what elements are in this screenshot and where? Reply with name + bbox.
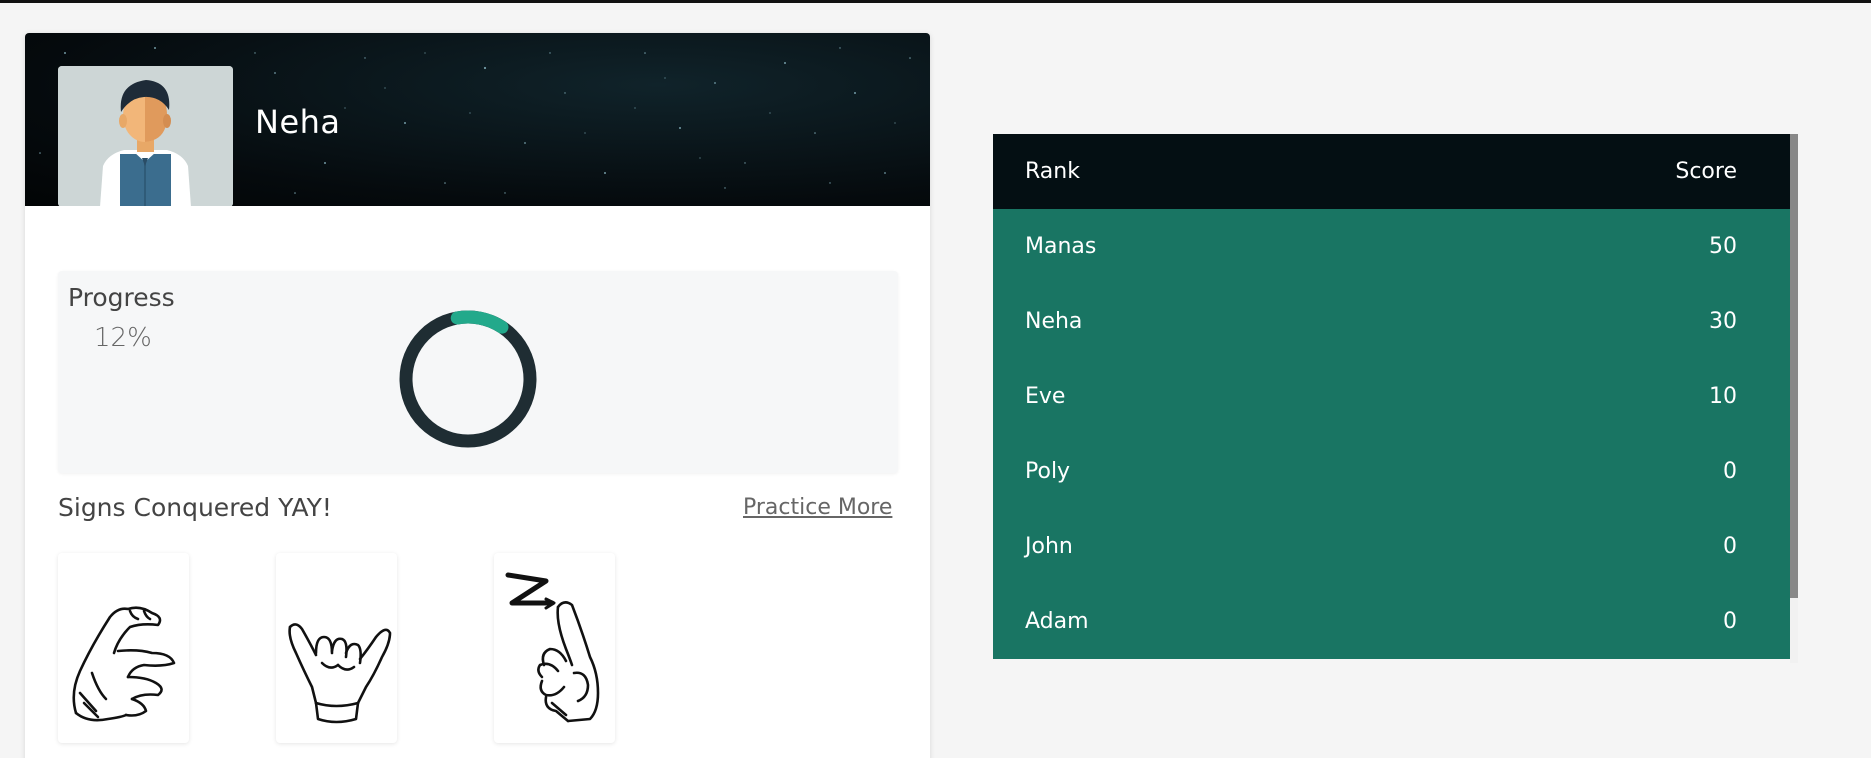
leaderboard-header: Rank Score [993,134,1790,209]
sign-z-icon [505,572,600,723]
player-score: 50 [1709,234,1737,259]
profile-banner: Neha [25,33,930,206]
rank-column-header: Rank [1025,159,1080,184]
leaderboard-scrollbar-thumb[interactable] [1790,134,1798,598]
leaderboard-scrollbar-track[interactable] [1790,598,1798,663]
profile-card: Neha Progress 12% Signs Conquered YAY! P… [25,33,930,758]
player-score: 0 [1723,534,1737,559]
progress-panel: Progress 12% [58,271,898,473]
leaderboard-row: Adam 0 [993,584,1790,659]
leaderboard-row: Manas 50 [993,209,1790,284]
sign-card[interactable] [58,553,189,743]
leaderboard-row: Poly 0 [993,434,1790,509]
sign-y-icon [288,623,392,724]
player-name: Manas [1025,234,1097,259]
player-score: 0 [1723,459,1737,484]
player-name: John [1025,534,1073,559]
player-name: Adam [1025,609,1089,634]
player-score: 30 [1709,309,1737,334]
player-name: Poly [1025,459,1071,484]
signs-title: Signs Conquered YAY! [58,493,332,522]
progress-ring-fill [399,310,537,448]
sign-c-icon [72,606,176,722]
user-name: Neha [255,103,341,141]
progress-value: 12% [94,323,152,353]
sign-card[interactable] [276,553,397,743]
leaderboard-row: John 0 [993,509,1790,584]
leaderboard: Rank Score Manas 50 Neha 30 Eve 10 Poly … [993,134,1798,663]
player-name: Eve [1025,384,1066,409]
user-avatar-icon [58,66,233,206]
top-border [0,0,1871,3]
leaderboard-row: Eve 10 [993,359,1790,434]
player-name: Neha [1025,309,1083,334]
progress-ring [399,310,537,448]
progress-title: Progress [68,283,175,312]
progress-ring-track [399,310,537,448]
avatar [58,66,233,206]
score-column-header: Score [1675,159,1737,184]
leaderboard-table: Rank Score Manas 50 Neha 30 Eve 10 Poly … [993,134,1790,663]
player-score: 0 [1723,609,1737,634]
practice-more-link[interactable]: Practice More [743,495,892,520]
leaderboard-row: Neha 30 [993,284,1790,359]
sign-card[interactable] [494,553,615,743]
player-score: 10 [1709,384,1737,409]
